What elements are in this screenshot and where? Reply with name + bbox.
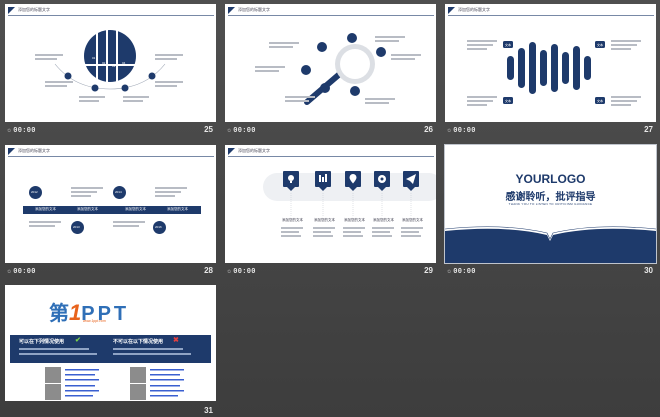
year-label: 2013 xyxy=(73,225,80,229)
caption: 添加您的文本 xyxy=(314,218,335,222)
slide-number: 27 xyxy=(644,125,653,134)
segment-label: 04 xyxy=(122,61,126,65)
slide-preview: YOURLOGO 感谢聆听，批评指导 THANK YOU TO LISTEN T… xyxy=(444,144,657,264)
slide-number: 25 xyxy=(204,125,213,134)
slide-number: 29 xyxy=(424,266,433,275)
slide-preview: 添加您的标题文字 添加您的文本 添加您的文本 添加您的文本 添加您的文本 添加您… xyxy=(225,145,436,263)
timeline-text: 添加您的文本 xyxy=(77,207,98,211)
slide-thumb-31[interactable]: 第1PPT www.1ppt.com 可以在下列情况使用 ✔ 不可以在以下情况使… xyxy=(5,285,216,417)
segment-label: 02 xyxy=(102,61,106,65)
slide-thumb-29[interactable]: 添加您的标题文字 添加您的文本 添加您的文本 添加您的文本 添加您的文本 添加您… xyxy=(225,145,436,282)
slide-meta: ✩ 00:00 25 xyxy=(5,124,216,140)
slide-preview: 添加您的标题文字 添加您的文本 添加您的文本 添加您的文本 添加您的文本 201… xyxy=(5,145,216,263)
timing: ✩ 00:00 xyxy=(7,267,36,277)
qr-and-links xyxy=(45,367,184,400)
transition-star-icon: ✩ xyxy=(447,127,452,135)
slide-number: 30 xyxy=(644,266,653,275)
timeline-text: 添加您的文本 xyxy=(35,207,56,211)
timeline-text: 添加您的文本 xyxy=(125,207,146,211)
allowed-heading: 可以在下列情况使用 xyxy=(19,339,65,345)
caption: 添加您的文本 xyxy=(282,218,303,222)
segment-label: 03 xyxy=(112,64,116,68)
forbidden-heading: 不可以在以下情况使用 xyxy=(113,339,164,345)
tag-label: 文本 xyxy=(505,99,512,103)
slide-header: 添加您的标题文字 xyxy=(8,148,214,157)
check-icon: ✔ xyxy=(75,337,81,344)
slide-thumb-27[interactable]: 添加您的标题文字 文本 文本 文本 文本 ✩ 00:00 27 xyxy=(445,4,656,141)
brand-char: 第 xyxy=(49,303,69,325)
slide-thumb-26[interactable]: 添加您的标题文字 ✩ 00:00 26 xyxy=(225,4,436,141)
timing: ✩ 00:00 xyxy=(227,267,256,277)
slide-meta: ✩ 00:00 28 xyxy=(5,265,216,281)
timing: ✩ 00:00 xyxy=(447,267,476,277)
slide-meta: ✩ 00:00 27 xyxy=(445,124,656,140)
transition-star-icon: ✩ xyxy=(227,127,232,135)
slide-meta: ✩ 00:00 30 xyxy=(445,265,656,281)
year-label: 2016 xyxy=(155,225,162,229)
transition-star-icon: ✩ xyxy=(447,268,452,276)
brand-url: www.1ppt.com xyxy=(83,319,106,323)
slide-preview: 添加您的标题文字 文本 文本 文本 文本 xyxy=(445,4,656,122)
tag-label: 文本 xyxy=(505,43,512,47)
book-graphic xyxy=(445,226,656,263)
brand-number: 1 xyxy=(69,300,82,325)
magnifier-icon xyxy=(301,33,386,105)
caption: 添加您的文本 xyxy=(373,218,394,222)
slide-preview: 添加您的标题文字 01 02 03 04 xyxy=(5,4,216,122)
year-label: 2014 xyxy=(115,190,122,194)
slide-thumb-25[interactable]: 添加您的标题文字 01 02 03 04 ✩ 00:00 25 xyxy=(5,4,216,141)
slide-number: 31 xyxy=(204,406,213,415)
icon-row xyxy=(283,171,419,217)
slide-graphic xyxy=(54,28,166,92)
year-label: 2012 xyxy=(31,190,38,194)
timing: ✩ 00:00 xyxy=(447,126,476,136)
caption: 添加您的文本 xyxy=(402,218,423,222)
caption: 添加您的文本 xyxy=(344,218,365,222)
cross-icon: ✖ xyxy=(173,337,179,344)
timing: ✩ 00:00 xyxy=(227,126,256,136)
slide-preview: 添加您的标题文字 xyxy=(225,4,436,122)
timing: ✩ 00:00 xyxy=(7,126,36,136)
slide-meta: ✩ 00:00 29 xyxy=(225,265,436,281)
tag-label: 文本 xyxy=(597,43,604,47)
slide-thumb-28[interactable]: 添加您的标题文字 添加您的文本 添加您的文本 添加您的文本 添加您的文本 201… xyxy=(5,145,216,282)
slide-number: 28 xyxy=(204,266,213,275)
timeline-text: 添加您的文本 xyxy=(167,207,188,211)
transition-star-icon: ✩ xyxy=(227,268,232,276)
slide-meta: ✩ 00:00 26 xyxy=(225,124,436,140)
tag-label: 文本 xyxy=(597,99,604,103)
slide-thumb-30[interactable]: YOURLOGO 感谢聆听，批评指导 THANK YOU TO LISTEN T… xyxy=(444,144,657,282)
slide-number: 26 xyxy=(424,125,433,134)
slide-preview: 第1PPT www.1ppt.com 可以在下列情况使用 ✔ 不可以在以下情况使… xyxy=(5,285,216,401)
transition-star-icon: ✩ xyxy=(7,127,12,135)
transition-star-icon: ✩ xyxy=(7,268,12,276)
segment-label: 01 xyxy=(92,56,96,60)
